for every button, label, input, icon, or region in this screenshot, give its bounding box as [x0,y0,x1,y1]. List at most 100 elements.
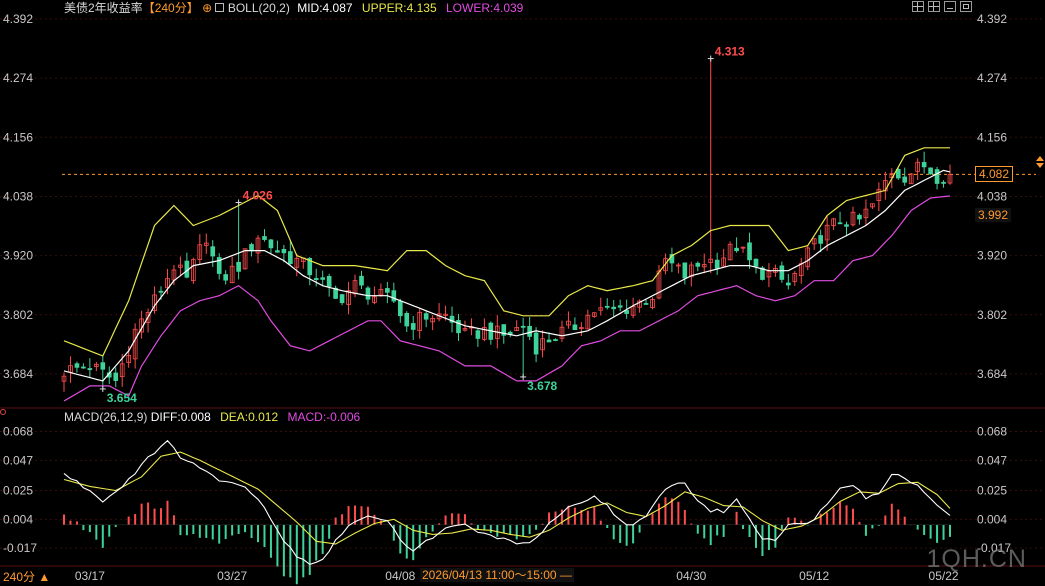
boll-mid-line [63,169,951,382]
boll-mid-value: 4.087 [322,1,353,15]
add-indicator-icon[interactable]: ⊕ [202,1,212,15]
price-tick-label-left: 3.684 [3,367,33,381]
boll-label: BOLL(20,2) [227,1,290,15]
candle-body [81,366,86,369]
candle-body [643,303,649,305]
candle-body [572,324,578,331]
annotation-label: 3.678 [527,379,557,393]
y-axis-right: 4.392 4.274 4.156 4.038 3.920 3.802 3.684 0.068… [977,12,1011,555]
price-tick-label-right: 4.038 [977,189,1007,203]
candle-body [423,313,429,320]
macd-lines [63,439,951,566]
macd-tick-label-right: 0.068 [977,424,1007,438]
candle-body [385,288,390,293]
candle-body [339,294,345,304]
candle-body [268,239,274,249]
dea-label: DEA: [220,410,249,424]
price-tick-label-right: 3.802 [977,308,1007,322]
date-tick-label: 04/30 [676,569,706,583]
candle-body [520,325,526,328]
macd-tick-label-left: 0.047 [3,453,33,467]
annotation-label: 4.313 [715,45,745,59]
date-tick-label: 04/08 [385,569,415,583]
candle-body [236,261,241,272]
current-price-marker-icon [1036,156,1044,168]
candle-body [921,162,927,168]
candle-body [934,169,940,184]
candle-body [100,362,106,370]
price-tick-label-right: 4.274 [977,71,1007,85]
candle-body [410,323,416,330]
candle-body [320,277,326,280]
bollinger-bands [63,147,951,402]
candle-body [902,176,908,183]
candle-body [553,339,558,341]
current-price-box: 4.082 [975,166,1014,182]
price-tick-label-left: 3.920 [3,249,33,263]
chart-canvas: 4.313 4.026 3.654 3.678 4.392 4.274 4.156 4.03… [0,12,1045,585]
grid-lines [0,18,1045,567]
boll-toggle-icon[interactable] [215,3,225,12]
candle-body [326,276,332,287]
candle-body [262,236,267,240]
macd-label: MACD: [287,410,327,424]
price-tick-label-left: 4.156 [3,130,33,144]
candle-body [249,244,254,252]
candle-body [734,247,739,252]
boll-upper-value: 4.135 [406,1,437,15]
candle-body [779,265,785,280]
period-select[interactable]: 240分 ▲ [3,570,50,584]
date-tick-label: 03/17 [75,569,105,583]
annotation-label: 4.026 [243,188,273,202]
candle-body [475,330,481,339]
date-tick-label: 05/12 [799,569,829,583]
candle-body [404,313,410,327]
candle-body [617,305,623,308]
boll-lower-value: 4.039 [493,1,524,15]
watermark: 1QH.CN [926,545,1027,573]
dea-value: 0.012 [248,410,279,424]
macd-header: MACD(26,12,9) DIFF:0.008 DEA:0.012 MACD:… [64,410,360,424]
candle-body [223,274,229,281]
candle-body [682,262,688,279]
candle-body [281,248,287,254]
candle-body [391,290,397,302]
candle-body [74,363,80,368]
main-chart-header: 美债2年收益率【240分】 ⊕ BOLL(20,2) MID:4.087 UPP… [64,1,523,15]
candle-body [604,305,610,308]
candle-body [288,251,293,265]
price-tick-label-right: 3.684 [977,367,1007,381]
diff-label: DIFF: [150,410,181,424]
period-label[interactable]: 【240分】 [143,1,199,15]
candle-body [113,372,119,381]
candle-body [313,278,319,280]
price-tick-label-left: 4.038 [3,189,33,203]
minimize-button-icon[interactable] [944,1,956,12]
price-tick-label-right: 3.920 [977,249,1007,263]
maximize-button-icon[interactable] [960,1,972,12]
candle-body [747,242,752,261]
price-tick-label-left: 4.274 [3,71,33,85]
instrument-title: 美债2年收益率 [64,1,143,15]
grid-layout-button-icon[interactable] [928,1,940,12]
macd-tick-label-left: 0.068 [3,424,33,438]
candle-body [785,282,791,286]
macd-tick-label-right: 0.004 [977,512,1007,526]
candle-body [753,258,759,267]
candle-body [837,222,843,225]
macd-tick-label-left: 0.025 [3,484,33,498]
boll-lower-label: LOWER: [445,1,494,15]
candle-body [87,368,93,371]
candle-body [527,325,532,337]
crosshair-button-icon[interactable] [912,1,924,12]
candle-body [844,224,849,227]
price-tick-label-right: 4.392 [977,12,1007,26]
candle-body [365,287,371,300]
candle-body [818,235,823,244]
annotation-label: 3.654 [107,391,137,405]
macd-tick-label-left: 0.004 [3,512,33,526]
crosshair-time-label: 2026/04/13 11:00～15:00 — [420,568,574,582]
candle-body [611,306,617,310]
chart-window: { "header": { "title": "美债2年收益率", "perio… [0,0,1045,586]
scroll-left-marker-icon [0,409,6,415]
